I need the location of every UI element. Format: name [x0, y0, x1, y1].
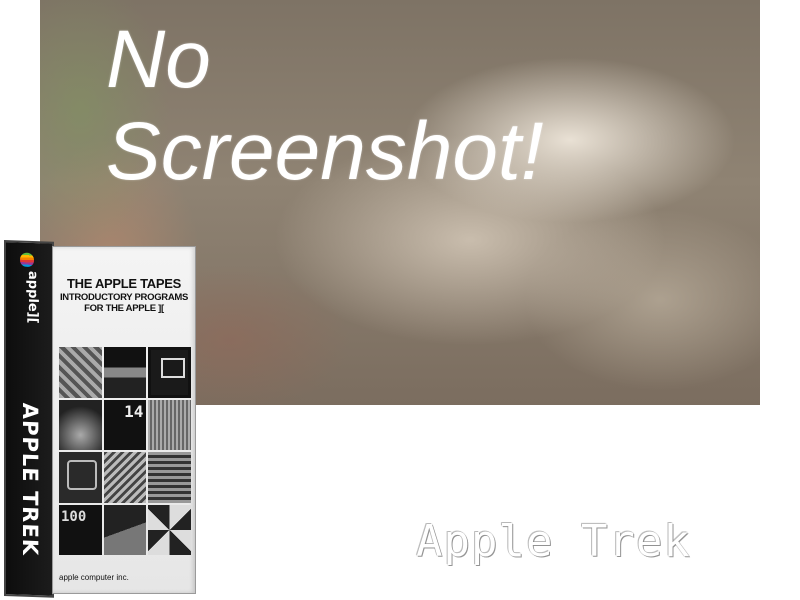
box-front-subtitle-line-2: FOR THE APPLE ][: [84, 303, 164, 314]
program-tile: [59, 504, 102, 555]
banner-title-line-1: No: [106, 14, 211, 105]
spine-title: APPLE TREK: [18, 402, 42, 557]
program-tile: [103, 504, 147, 555]
spine-brand: apple][: [25, 270, 40, 324]
program-tile: [103, 347, 147, 398]
box-spine: apple][ APPLE TREK: [4, 240, 54, 598]
program-tile: [103, 452, 147, 503]
program-tile: [148, 399, 191, 450]
program-tile: [148, 504, 191, 555]
program-tile: [59, 347, 102, 398]
program-screenshot-grid: [59, 347, 191, 555]
box-publisher: apple computer inc.: [59, 573, 129, 582]
box-front-subtitle-line-1: INTRODUCTORY PROGRAMS: [59, 292, 189, 303]
box-front: THE APPLE TAPES INTRODUCTORY PROGRAMS FO…: [52, 246, 196, 594]
box-front-title: THE APPLE TAPES: [67, 276, 181, 291]
apple-logo-icon: apple][: [16, 252, 40, 349]
program-tile: [148, 347, 191, 398]
banner-title: No Screenshot!: [106, 14, 544, 198]
box-front-subtitle: INTRODUCTORY PROGRAMS FOR THE APPLE ][: [57, 292, 191, 314]
rainbow-apple-icon: [20, 252, 34, 268]
apple-trek-logo-text: Apple Trek: [416, 516, 691, 567]
banner-title-line-2: Screenshot!: [106, 106, 544, 197]
program-tile: [103, 399, 147, 450]
program-tile: [59, 399, 102, 450]
box-art-image: apple][ APPLE TREK THE APPLE TAPES INTRO…: [4, 240, 196, 600]
program-tile: [148, 452, 191, 503]
program-tile: [59, 452, 102, 503]
